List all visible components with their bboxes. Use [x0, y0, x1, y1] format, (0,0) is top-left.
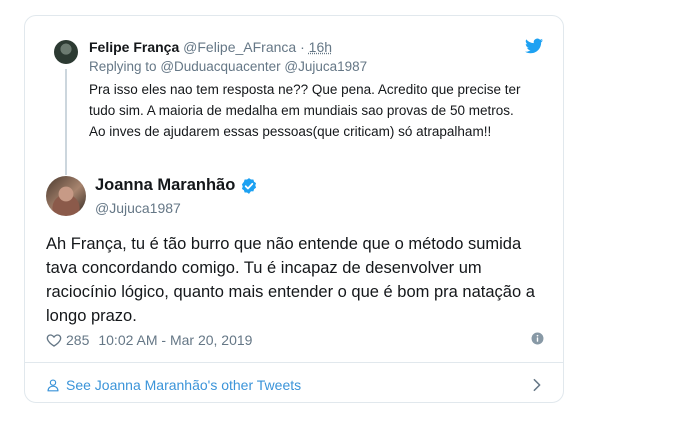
replying-to-line: Replying to @Duduacquacenter @Jujuca1987 — [89, 59, 367, 74]
tweet-author-avatar[interactable] — [46, 176, 86, 216]
chevron-right-icon[interactable] — [532, 378, 542, 392]
tweet-author-name[interactable]: Joanna Maranhão — [95, 176, 235, 195]
tweet-author-name-row: Joanna Maranhão — [95, 176, 258, 195]
heart-icon[interactable] — [46, 332, 62, 348]
embedded-tweet-card: Felipe França @Felipe_AFranca · 16h Repl… — [24, 15, 564, 403]
reply-separator: · — [300, 39, 305, 55]
footer-divider — [25, 362, 563, 363]
tweet-text: Ah França, tu é tão burro que não entend… — [46, 235, 535, 325]
see-other-tweets-link[interactable]: See Joanna Maranhão's other Tweets — [46, 374, 544, 396]
twitter-bird-icon[interactable] — [525, 38, 543, 54]
reply-author-avatar[interactable] — [54, 40, 78, 64]
person-icon — [47, 379, 59, 392]
reply-tweet-text: Pra isso eles nao tem resposta ne?? Que … — [89, 82, 521, 139]
replying-to-label: Replying to — [89, 59, 157, 74]
reply-header: Felipe França @Felipe_AFranca · 16h — [89, 39, 332, 55]
reply-author-name[interactable]: Felipe França — [89, 39, 179, 55]
reply-author-handle[interactable]: @Felipe_AFranca — [183, 39, 296, 55]
like-count[interactable]: 285 — [66, 332, 89, 348]
tweet-author-handle[interactable]: @Jujuca1987 — [95, 200, 181, 216]
info-icon[interactable] — [531, 332, 544, 345]
reply-timestamp[interactable]: 16h — [309, 39, 332, 55]
mention-link-2[interactable]: @Jujuca1987 — [284, 59, 367, 74]
tweet-timestamp[interactable]: 10:02 AM - Mar 20, 2019 — [98, 332, 252, 348]
tweet-meta-row: 285 10:02 AM - Mar 20, 2019 — [46, 330, 544, 350]
mention-link-1[interactable]: @Duduacquacenter — [160, 59, 280, 74]
thread-connector-line — [65, 69, 67, 175]
verified-badge-icon — [242, 177, 257, 194]
see-other-tweets-label[interactable]: See Joanna Maranhão's other Tweets — [66, 377, 301, 393]
